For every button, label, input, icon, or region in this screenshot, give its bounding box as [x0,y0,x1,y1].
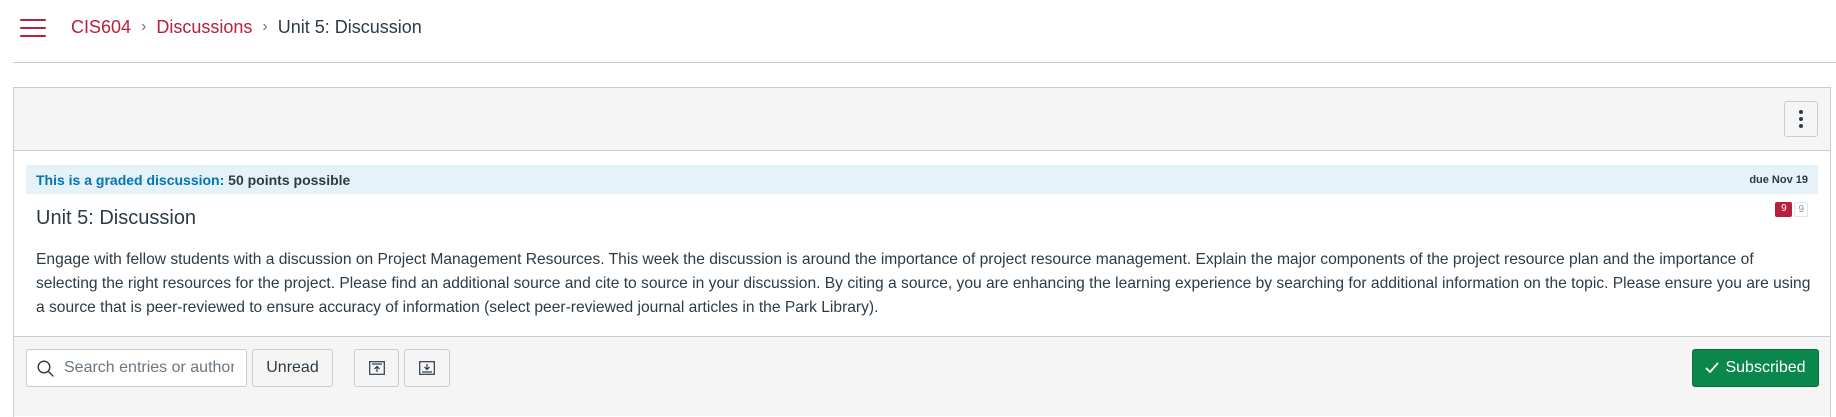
breadcrumb: CIS604 › Discussions › Unit 5: Discussio… [71,15,422,39]
discussion-body: Engage with fellow students with a discu… [36,251,1811,316]
breadcrumb-separator-icon: › [141,18,147,35]
total-count-badge: 9 [1794,202,1808,217]
discussion-filter-toolbar: Unread Subscribed [14,336,1830,416]
subscribed-button[interactable]: Subscribed [1692,349,1819,387]
subscribed-label: Subscribed [1725,359,1806,376]
checkmark-icon [1706,362,1719,373]
breadcrumb-current: Unit 5: Discussion [277,17,422,37]
discussion-container: This is a graded discussion: 50 points p… [13,87,1831,417]
hamburger-icon[interactable] [20,17,46,39]
discussion-top-toolbar [14,88,1830,151]
search-input[interactable] [64,359,234,377]
collapse-replies-button[interactable] [354,349,399,387]
search-icon [37,359,54,377]
page-header: CIS604 › Discussions › Unit 5: Discussio… [0,0,1836,62]
breadcrumb-course-link[interactable]: CIS604 [71,15,131,39]
expand-replies-button[interactable] [404,349,450,387]
graded-label: This is a graded discussion: [36,171,225,188]
breadcrumb-discussions-link[interactable]: Discussions [156,15,252,39]
unread-count-badge: 9 [1775,202,1793,217]
graded-discussion-banner: This is a graded discussion: 50 points p… [26,165,1818,194]
graded-points: 50 points possible [228,171,351,188]
due-date: due Nov 19 [1749,173,1808,186]
breadcrumb-separator-icon: › [262,18,268,35]
unread-filter-button[interactable]: Unread [252,349,333,387]
reply-count-badges: 9 9 [1775,202,1808,217]
collapse-replies-icon [368,361,385,375]
discussion-title: Unit 5: Discussion [36,207,197,229]
kebab-icon[interactable] [1784,101,1818,137]
search-field[interactable] [26,349,247,387]
header-divider [13,62,1836,63]
expand-replies-icon [419,361,435,375]
